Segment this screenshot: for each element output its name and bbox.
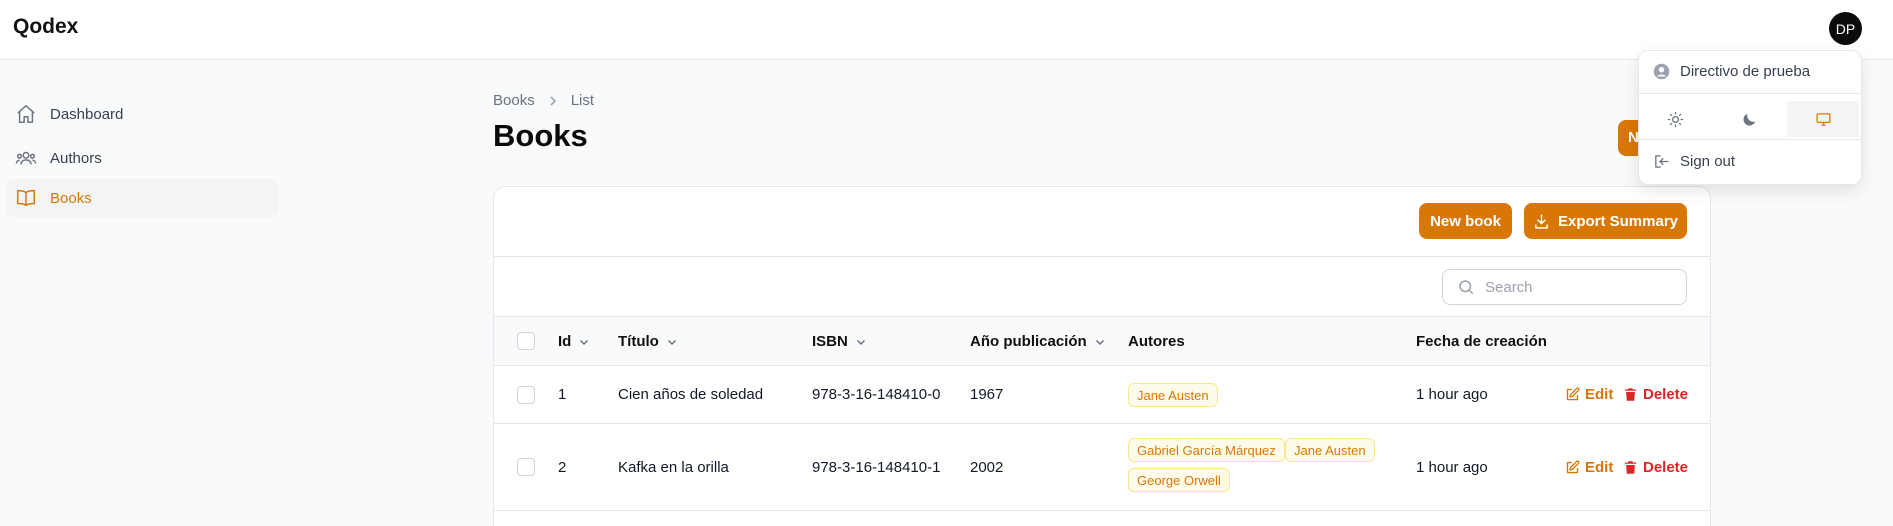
dark-theme-button[interactable] [1713, 101, 1785, 137]
column-header-authors: Autores [1128, 333, 1185, 350]
edit-button[interactable]: Edit [1565, 386, 1613, 403]
chevron-down-icon [856, 339, 865, 345]
user-menu-dropdown: Directivo de prueba Sign out [1638, 50, 1862, 185]
row-checkbox[interactable] [517, 458, 535, 476]
search-box[interactable] [1442, 269, 1687, 305]
edit-label: Edit [1585, 386, 1614, 403]
light-theme-button[interactable] [1639, 101, 1711, 137]
author-badge: Jane Austen [1128, 383, 1218, 407]
sidebar-item-authors[interactable]: Authors [6, 139, 278, 177]
books-table-card: New book Export Summary Id Título ISBN A… [493, 186, 1711, 526]
author-badge: Gabriel García Márquez [1128, 438, 1285, 462]
trash-icon [1624, 461, 1637, 474]
top-bar: Qodex DP [0, 0, 1893, 60]
author-badge: George Orwell [1128, 468, 1230, 492]
cell-created: 1 hour ago [1416, 459, 1488, 476]
export-summary-label: Export Summary [1557, 212, 1679, 230]
new-book-button[interactable]: New book [1419, 203, 1512, 239]
table-header: Id Título ISBN Año publicación Autores F… [494, 317, 1710, 366]
cell-created: 1 hour ago [1416, 386, 1488, 403]
export-summary-button[interactable]: Export Summary [1524, 203, 1687, 239]
delete-label: Delete [1643, 386, 1689, 403]
delete-label: Delete [1643, 459, 1689, 476]
download-icon [1535, 213, 1548, 229]
cell-id: 1 [558, 386, 567, 403]
sign-out-label: Sign out [1680, 153, 1736, 170]
table-toolbar: New book Export Summary [494, 187, 1710, 257]
user-circle-icon [1653, 63, 1670, 80]
breadcrumb-current: List [570, 92, 595, 109]
column-header-created: Fecha de creación [1416, 333, 1547, 350]
chevron-down-icon [580, 339, 589, 345]
author-badge: Jane Austen [1285, 438, 1375, 462]
users-icon [14, 146, 38, 170]
edit-icon [1566, 460, 1580, 474]
table-row: 2 Kafka en la orilla 978-3-16-148410-1 2… [494, 424, 1710, 511]
column-header-isbn[interactable]: ISBN [812, 317, 867, 366]
chevron-down-icon [1095, 339, 1104, 345]
edit-label: Edit [1585, 459, 1614, 476]
sign-out-item[interactable]: Sign out [1653, 153, 1735, 170]
column-header-year[interactable]: Año publicación [970, 317, 1106, 366]
divider [1639, 139, 1861, 140]
column-label: ISBN [812, 333, 848, 350]
delete-button[interactable]: Delete [1623, 386, 1688, 403]
row-checkbox[interactable] [517, 386, 535, 404]
sidebar-item-books[interactable]: Books [6, 179, 278, 217]
cell-isbn: 978-3-16-148410-0 [812, 386, 941, 403]
column-label: Id [558, 333, 572, 350]
divider [1639, 93, 1861, 94]
cell-id: 2 [558, 459, 567, 476]
user-profile-item[interactable]: Directivo de prueba [1653, 63, 1810, 80]
column-header-title[interactable]: Título [618, 317, 678, 366]
cell-year: 2002 [970, 459, 1004, 476]
edit-button[interactable]: Edit [1565, 459, 1613, 476]
book-open-icon [14, 186, 38, 210]
cell-title: Cien años de soledad [618, 386, 764, 403]
cell-year: 1967 [970, 386, 1004, 403]
delete-button[interactable]: Delete [1623, 459, 1688, 476]
select-all-checkbox[interactable] [517, 332, 535, 350]
table-row: 1 Cien años de soledad 978-3-16-148410-0… [494, 366, 1710, 424]
sidebar-item-label: Authors [50, 149, 102, 167]
monitor-icon [1815, 112, 1831, 126]
search-row [494, 257, 1710, 317]
user-name: Directivo de prueba [1680, 63, 1811, 80]
search-icon [1459, 280, 1474, 295]
breadcrumb: Books List [493, 92, 594, 109]
edit-icon [1566, 387, 1580, 401]
brand-logo[interactable]: Qodex [13, 15, 78, 39]
user-avatar[interactable]: DP [1829, 12, 1862, 45]
moon-icon [1743, 113, 1755, 125]
column-label: Año publicación [970, 333, 1087, 350]
sidebar-item-dashboard[interactable]: Dashboard [6, 95, 278, 133]
breadcrumb-books-link[interactable]: Books [493, 92, 535, 109]
page-title: Books [493, 118, 588, 153]
column-header-id[interactable]: Id [558, 317, 590, 366]
sidebar-item-label: Dashboard [50, 105, 124, 123]
cell-isbn: 978-3-16-148410-1 [812, 459, 941, 476]
sun-icon [1667, 111, 1683, 127]
chevron-down-icon [667, 339, 676, 345]
trash-icon [1624, 388, 1637, 401]
search-input[interactable] [1485, 278, 1675, 296]
system-theme-button[interactable] [1787, 101, 1859, 137]
sidebar-item-label: Books [50, 189, 92, 207]
home-icon [14, 102, 38, 126]
cell-title: Kafka en la orilla [618, 459, 729, 476]
chevron-right-icon [547, 95, 559, 107]
column-label: Título [618, 333, 659, 350]
sign-out-icon [1655, 155, 1669, 168]
